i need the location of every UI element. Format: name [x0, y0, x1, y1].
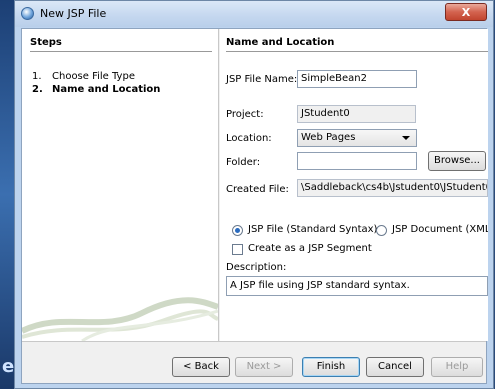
location-label: Location: — [226, 133, 272, 144]
step-item-choose-file-type: 1. Choose File Type — [32, 71, 135, 82]
folder-label: Folder: — [226, 157, 261, 168]
folder-input[interactable] — [297, 152, 417, 170]
cancel-button[interactable]: Cancel — [366, 357, 424, 377]
close-button[interactable]: X — [445, 3, 487, 21]
step-label: Name and Location — [52, 84, 161, 95]
window-title: New JSP File — [40, 7, 107, 20]
wizard-decoration-image — [22, 297, 218, 341]
step-number: 1. — [32, 71, 42, 82]
panel-heading: Name and Location — [226, 37, 335, 48]
help-button[interactable]: Help — [431, 357, 483, 377]
panel-divider — [226, 51, 488, 52]
jsp-file-radio-label[interactable]: JSP File (Standard Syntax) — [248, 224, 377, 235]
step-item-name-and-location: 2. Name and Location — [32, 84, 160, 95]
created-file-field: \Saddleback\cs4b\Jstudent0\JStudent0\we — [297, 179, 488, 197]
netbeans-icon — [21, 7, 34, 20]
project-field: JStudent0 — [297, 105, 416, 123]
location-dropdown[interactable]: Web Pages — [297, 129, 417, 147]
description-label: Description: — [226, 262, 287, 273]
project-label: Project: — [226, 109, 264, 120]
step-label: Choose File Type — [52, 71, 135, 82]
chevron-down-icon — [402, 136, 410, 140]
jsp-file-name-input[interactable]: SimpleBean2 — [297, 70, 417, 88]
back-button[interactable]: < Back — [172, 357, 230, 377]
next-button[interactable]: Next > — [235, 357, 293, 377]
create-jsp-segment-label[interactable]: Create as a JSP Segment — [248, 243, 372, 254]
jsp-file-name-label: JSP File Name: — [226, 74, 298, 85]
dialog-body: Steps 1. Choose File Type 2. Name and Loca… — [21, 28, 488, 384]
title-bar[interactable]: New JSP File X — [15, 1, 493, 27]
steps-panel: Steps 1. Choose File Type 2. Name and Loca… — [22, 29, 219, 341]
jsp-document-radio[interactable] — [376, 225, 387, 236]
button-bar-divider — [22, 341, 486, 342]
jsp-file-radio[interactable] — [232, 225, 243, 236]
created-file-label: Created File: — [226, 184, 289, 195]
browse-button[interactable]: Browse... — [428, 151, 486, 171]
new-jsp-file-dialog: New JSP File X Steps 1. Choose File Type … — [14, 0, 494, 389]
create-jsp-segment-checkbox[interactable] — [232, 244, 243, 255]
jsp-document-radio-label[interactable]: JSP Document (XML S — [392, 224, 488, 235]
name-and-location-panel: Name and Location JSP File Name: SimpleB… — [220, 29, 488, 341]
steps-heading: Steps — [30, 37, 62, 48]
steps-divider — [30, 51, 212, 52]
location-selected-value: Web Pages — [301, 132, 356, 143]
desktop-text-fragment: e — [2, 356, 15, 377]
description-box: A JSP file using JSP standard syntax. — [226, 276, 488, 296]
step-number: 2. — [32, 84, 43, 95]
finish-button[interactable]: Finish — [302, 357, 360, 377]
